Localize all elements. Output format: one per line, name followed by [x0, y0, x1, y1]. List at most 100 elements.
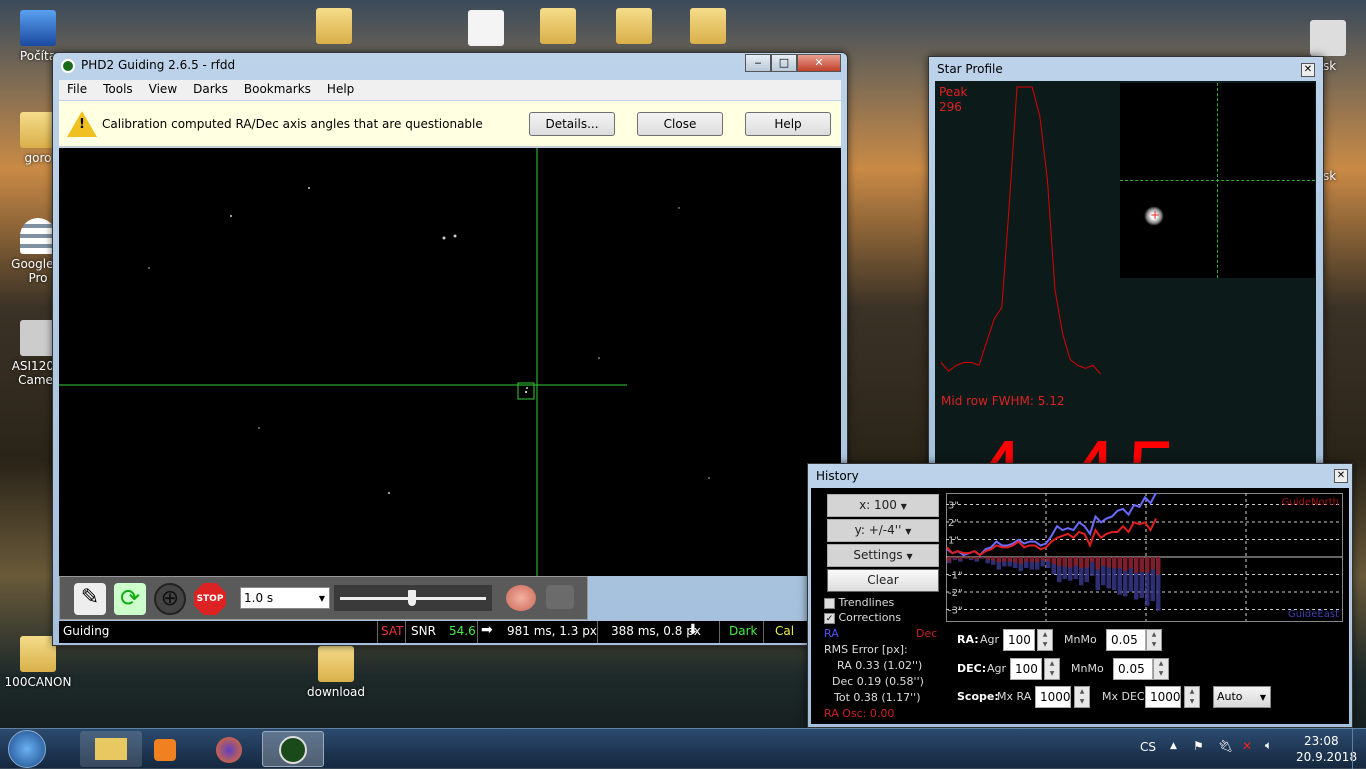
- icon-label: download: [306, 685, 366, 699]
- volume-icon[interactable]: 🔈︎: [1265, 738, 1272, 753]
- connect-gear-button[interactable]: ✎: [74, 583, 106, 615]
- history-window: History ✕ x: 100 ▼ y: +/-4'' ▼ Settings …: [807, 463, 1353, 728]
- dec-min-move-spinner[interactable]: ▲ ▼: [1153, 658, 1169, 680]
- details-button[interactable]: Details...: [529, 112, 615, 136]
- ra-arrow-icon: ➡: [481, 622, 493, 638]
- phd2-app-icon: [61, 58, 75, 73]
- dec-min-move-input[interactable]: 0.05: [1113, 658, 1153, 680]
- menu-tools[interactable]: Tools: [95, 80, 141, 100]
- dec-params-label: DEC:: [957, 662, 987, 675]
- settings-dropdown[interactable]: Settings ▼: [827, 544, 939, 567]
- dec-correction-bar: [1073, 557, 1078, 566]
- dec-correction-bar: [1150, 557, 1155, 570]
- mx-ra-label: Mx RA: [997, 690, 1032, 703]
- close-star-profile-button[interactable]: ✕: [1301, 63, 1315, 77]
- dec-guide-mode-select[interactable]: Auto ▼: [1213, 686, 1271, 708]
- dec-correction-bar: [969, 557, 974, 559]
- ra-min-move-input[interactable]: 0.05: [1106, 629, 1146, 651]
- menu-help[interactable]: Help: [319, 80, 362, 100]
- show-hidden-icons[interactable]: ▲: [1170, 741, 1177, 751]
- taskbar-phd2[interactable]: [262, 731, 324, 767]
- show-desktop-button[interactable]: [1352, 729, 1366, 769]
- stop-button[interactable]: STOP: [194, 583, 226, 615]
- close-info-button[interactable]: Close: [637, 112, 723, 136]
- star-thumbnail: +: [1120, 83, 1315, 278]
- menu-darks[interactable]: Darks: [185, 80, 236, 100]
- snr-value: 54.6: [449, 624, 476, 638]
- camera-view[interactable]: [59, 148, 841, 576]
- menu-file[interactable]: File: [59, 80, 95, 100]
- dec-correction-bar: [1101, 557, 1106, 566]
- info-bar: ! Calibration computed RA/Dec axis angle…: [59, 101, 841, 147]
- y-tick-label: 2": [948, 518, 959, 529]
- taskbar-explorer[interactable]: [80, 731, 142, 767]
- dec-correction-bar: [1018, 557, 1023, 564]
- history-title[interactable]: History: [808, 464, 1352, 488]
- action-center-flag-icon[interactable]: ⚑: [1193, 739, 1204, 753]
- dec-correction-bar: [958, 557, 963, 560]
- clock-date[interactable]: 20.9.2018: [1296, 750, 1357, 764]
- star-profile-title[interactable]: Star Profile: [929, 57, 1323, 81]
- language-indicator[interactable]: CS: [1140, 740, 1156, 754]
- guide-button[interactable]: ⊕: [154, 583, 186, 615]
- icon-label: goro: [24, 151, 52, 165]
- camera-app-icon: [20, 320, 56, 356]
- help-button[interactable]: Help: [745, 112, 831, 136]
- gamma-slider-thumb[interactable]: [407, 590, 416, 606]
- camera-settings-icon[interactable]: [546, 585, 574, 609]
- dec-correction-bar: [985, 557, 990, 560]
- phd2-titlebar[interactable]: PHD2 Guiding 2.6.5 - rfdd: [53, 53, 847, 77]
- dec-correction-bar: [1024, 557, 1029, 562]
- network-disconnected-icon[interactable]: ✕: [1242, 739, 1252, 753]
- maximize-button[interactable]: □: [771, 54, 797, 72]
- trendlines-checkbox[interactable]: Trendlines: [824, 596, 894, 609]
- corrections-checkbox[interactable]: ✓ Corrections: [824, 611, 901, 624]
- desktop-icon-folder: [520, 8, 596, 47]
- dark-indicator: Dark: [729, 624, 758, 638]
- exposure-select[interactable]: 1.0 s ▼: [240, 587, 330, 609]
- minimize-button[interactable]: ‒: [745, 54, 771, 72]
- info-message: Calibration computed RA/Dec axis angles …: [102, 117, 483, 131]
- x-scale-dropdown[interactable]: x: 100 ▼: [827, 494, 939, 517]
- ra-aggression-input[interactable]: 100: [1003, 629, 1035, 651]
- clock-time[interactable]: 23:08: [1304, 734, 1339, 748]
- gamma-slider[interactable]: [334, 585, 492, 611]
- menu-view[interactable]: View: [141, 80, 185, 100]
- start-button[interactable]: [8, 730, 46, 768]
- close-history-button[interactable]: ✕: [1334, 469, 1348, 483]
- computer-icon: [20, 10, 56, 46]
- y-scale-dropdown[interactable]: y: +/-4'' ▼: [827, 519, 939, 542]
- dec-correction-bar: [947, 557, 952, 562]
- dec-arrow-icon: ⬇: [687, 622, 699, 638]
- loop-button[interactable]: ⟳: [114, 583, 146, 615]
- desktop-icon-download[interactable]: download: [298, 646, 374, 699]
- dec-aggression-input[interactable]: 100: [1010, 658, 1042, 680]
- power-icon[interactable]: 🔌︎: [1218, 739, 1233, 753]
- dec-mnmo-label: MnMo: [1071, 662, 1104, 675]
- ra-min-move-spinner[interactable]: ▲ ▼: [1146, 629, 1162, 651]
- clear-button[interactable]: Clear: [827, 569, 939, 592]
- close-window-button[interactable]: ✕: [797, 54, 841, 72]
- rms-tot: Tot 0.38 (1.17''): [834, 691, 921, 704]
- taskbar-firefox[interactable]: [198, 731, 260, 767]
- dec-correction-bar: [952, 557, 957, 559]
- toolbar: ✎ ⟳ ⊕ STOP 1.0 s ▼: [59, 576, 588, 620]
- ra-aggression-spinner[interactable]: ▲ ▼: [1037, 629, 1053, 651]
- max-ra-spinner[interactable]: ▲ ▼: [1074, 686, 1090, 708]
- menu-bookmarks[interactable]: Bookmarks: [236, 80, 319, 100]
- dec-correction-bar: [1134, 557, 1139, 573]
- folder-icon: [20, 112, 56, 148]
- dec-correction-bar: [1106, 557, 1111, 568]
- dec-correction-bar: [1090, 557, 1095, 563]
- max-dec-duration-input[interactable]: 1000: [1145, 686, 1181, 708]
- dec-correction-bar: [1068, 557, 1073, 568]
- dec-aggression-spinner[interactable]: ▲ ▼: [1044, 658, 1060, 680]
- ra-legend: RA: [824, 627, 839, 640]
- max-ra-duration-input[interactable]: 1000: [1035, 686, 1071, 708]
- max-dec-spinner[interactable]: ▲ ▼: [1184, 686, 1200, 708]
- brain-advanced-settings-button[interactable]: [506, 585, 536, 611]
- ra-params-label: RA:: [957, 633, 979, 646]
- taskbar-media-player[interactable]: [134, 731, 196, 767]
- rms-title: RMS Error [px]:: [824, 643, 908, 656]
- dec-correction-bar: [1156, 557, 1161, 575]
